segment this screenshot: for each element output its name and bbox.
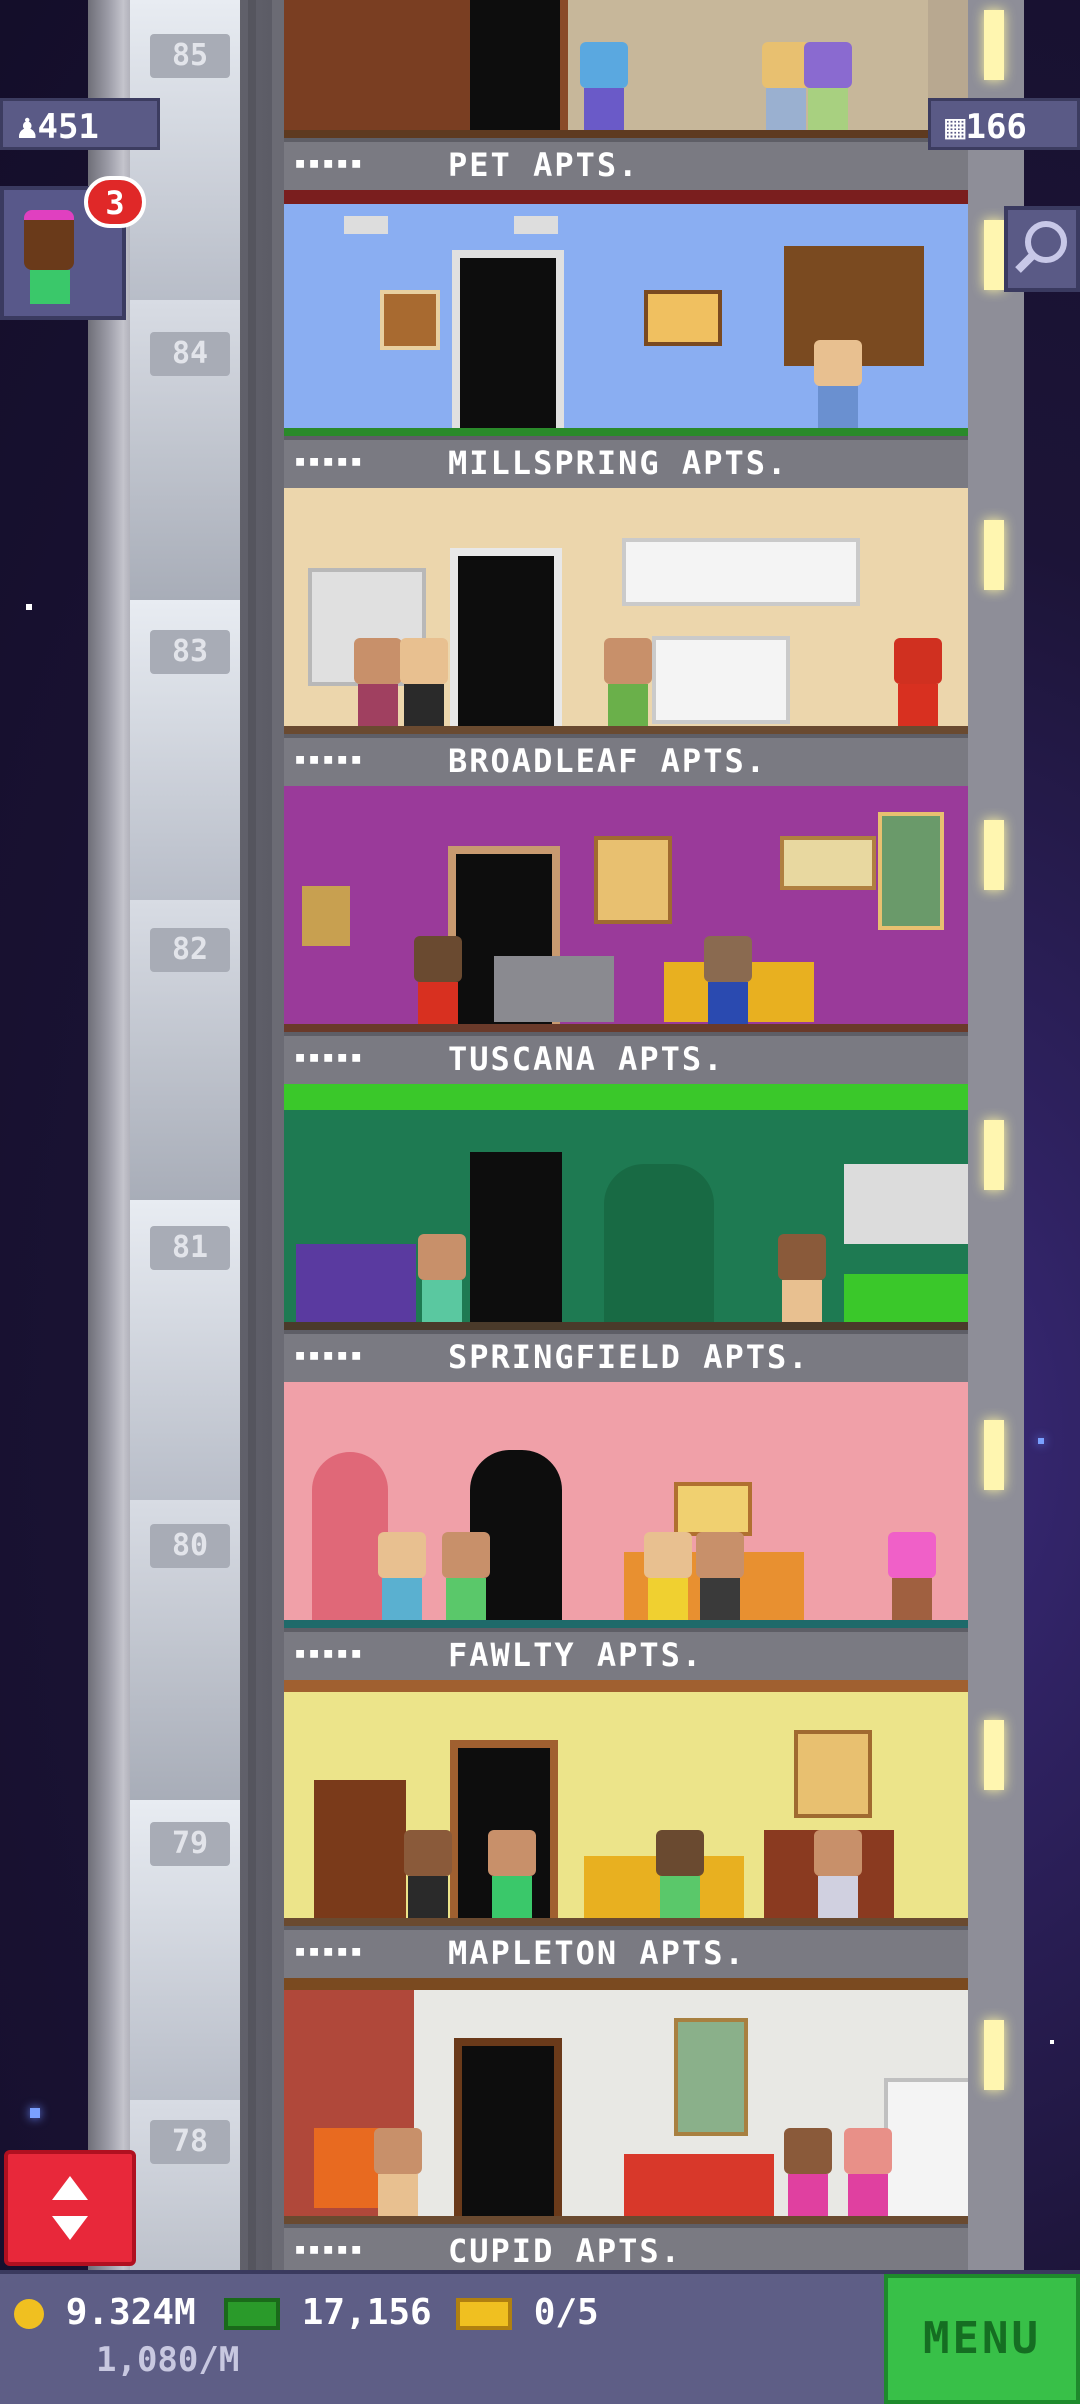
floor-tuscana-apts[interactable]: ▪▪▪▪▪ TUSCANA APTS.: [284, 786, 968, 1084]
floor-number: 80: [150, 1524, 230, 1568]
population-icon: ♟: [17, 107, 38, 147]
coin-icon: [14, 2299, 44, 2329]
population-value: 451: [37, 107, 99, 147]
coins-display[interactable]: 9.324M: [14, 2292, 196, 2333]
units-counter[interactable]: ▦166: [928, 98, 1080, 150]
coins-value: 9.324M: [65, 2292, 196, 2333]
floor-stars: ▪▪▪▪▪: [294, 1640, 365, 1664]
tickets-display[interactable]: 0/5: [456, 2292, 599, 2333]
floor-number: 81: [150, 1226, 230, 1270]
window-light: [984, 1720, 1004, 1790]
room: [284, 488, 968, 738]
bux-value: 17,156: [301, 2292, 432, 2333]
room: [284, 1680, 968, 1930]
floor-springfield-apts[interactable]: ▪▪▪▪▪ SPRINGFIELD APTS.: [284, 1084, 968, 1382]
floor-name: TUSCANA APTS.: [448, 1040, 725, 1078]
floor-name: CUPID APTS.: [448, 2232, 682, 2270]
window-light: [984, 1420, 1004, 1490]
floor-sign: ▪▪▪▪▪ PET APTS.: [284, 138, 968, 190]
elevator-arrows-icon: [52, 2176, 88, 2240]
floor-name: BROADLEAF APTS.: [448, 742, 767, 780]
floor-name: PET APTS.: [448, 146, 640, 184]
room: [284, 190, 968, 440]
floor-broadleaf-apts[interactable]: ▪▪▪▪▪ BROADLEAF APTS.: [284, 488, 968, 786]
room: [284, 786, 968, 1036]
floor-number: 85: [150, 34, 230, 78]
floor-stars: ▪▪▪▪▪: [294, 150, 365, 174]
floor-sign: ▪▪▪▪▪ FAWLTY APTS.: [284, 1628, 968, 1680]
shaft-rail: [248, 0, 256, 2270]
search-button[interactable]: [1004, 206, 1080, 292]
coin-rate: 1,080/M: [96, 2340, 240, 2380]
bottom-bar: 9.324M 1,080/M 17,156 0/5 MENU: [0, 2270, 1080, 2404]
elevator-button[interactable]: [4, 2150, 136, 2266]
floor-pet-apts[interactable]: ▪▪▪▪▪ PET APTS.: [284, 0, 968, 190]
units-icon: ▦: [945, 107, 966, 147]
floor-name: MILLSPRING APTS.: [448, 444, 789, 482]
floor-number: 83: [150, 630, 230, 674]
window-light: [984, 10, 1004, 80]
floor-number: 84: [150, 332, 230, 376]
floor-sign: ▪▪▪▪▪ TUSCANA APTS.: [284, 1032, 968, 1084]
bux-icon: [224, 2298, 280, 2330]
population-counter[interactable]: ♟451: [0, 98, 160, 150]
floor-number: 79: [150, 1822, 230, 1866]
floor-stars: ▪▪▪▪▪: [294, 2236, 365, 2260]
floor-stars: ▪▪▪▪▪: [294, 448, 365, 472]
window-light: [984, 820, 1004, 890]
floor-stars: ▪▪▪▪▪: [294, 1342, 365, 1366]
units-value: 166: [965, 107, 1027, 147]
room: [284, 1382, 968, 1632]
floor-sign: ▪▪▪▪▪ CUPID APTS.: [284, 2224, 968, 2276]
floor-stars: ▪▪▪▪▪: [294, 1044, 365, 1068]
room: [284, 0, 968, 142]
floor-number: 78: [150, 2120, 230, 2164]
star: [30, 2108, 40, 2118]
ticket-icon: [456, 2298, 512, 2330]
floor-name: FAWLTY APTS.: [448, 1636, 704, 1674]
floor-sign: ▪▪▪▪▪ BROADLEAF APTS.: [284, 734, 968, 786]
floor-stars: ▪▪▪▪▪: [294, 1938, 365, 1962]
star: [26, 604, 32, 610]
notification-badge: 3: [84, 176, 146, 228]
window-light: [984, 220, 1004, 290]
menu-button[interactable]: MENU: [884, 2274, 1080, 2404]
floor-name: SPRINGFIELD APTS.: [448, 1338, 810, 1376]
window-light: [984, 1120, 1004, 1190]
star: [1038, 1438, 1044, 1444]
floor-mapleton-apts[interactable]: ▪▪▪▪▪ MAPLETON APTS.: [284, 1680, 968, 1978]
floor-millspring-apts[interactable]: ▪▪▪▪▪ MILLSPRING APTS.: [284, 190, 968, 488]
star: [1050, 2040, 1054, 2044]
floor-sign: ▪▪▪▪▪ MILLSPRING APTS.: [284, 436, 968, 488]
window-light: [984, 520, 1004, 590]
floor-name: MAPLETON APTS.: [448, 1934, 746, 1972]
floor-stars: ▪▪▪▪▪: [294, 746, 365, 770]
search-icon: [1015, 221, 1067, 273]
window-light: [984, 2020, 1004, 2090]
floor-cupid-apts[interactable]: ▪▪▪▪▪ CUPID APTS.: [284, 1978, 968, 2276]
floor-fawlty-apts[interactable]: ▪▪▪▪▪ FAWLTY APTS.: [284, 1382, 968, 1680]
tickets-value: 0/5: [533, 2292, 599, 2333]
bux-display[interactable]: 17,156: [224, 2292, 432, 2333]
room: [284, 1978, 968, 2228]
floor-sign: ▪▪▪▪▪ SPRINGFIELD APTS.: [284, 1330, 968, 1382]
floor-sign: ▪▪▪▪▪ MAPLETON APTS.: [284, 1926, 968, 1978]
room: [284, 1084, 968, 1334]
floor-number: 82: [150, 928, 230, 972]
